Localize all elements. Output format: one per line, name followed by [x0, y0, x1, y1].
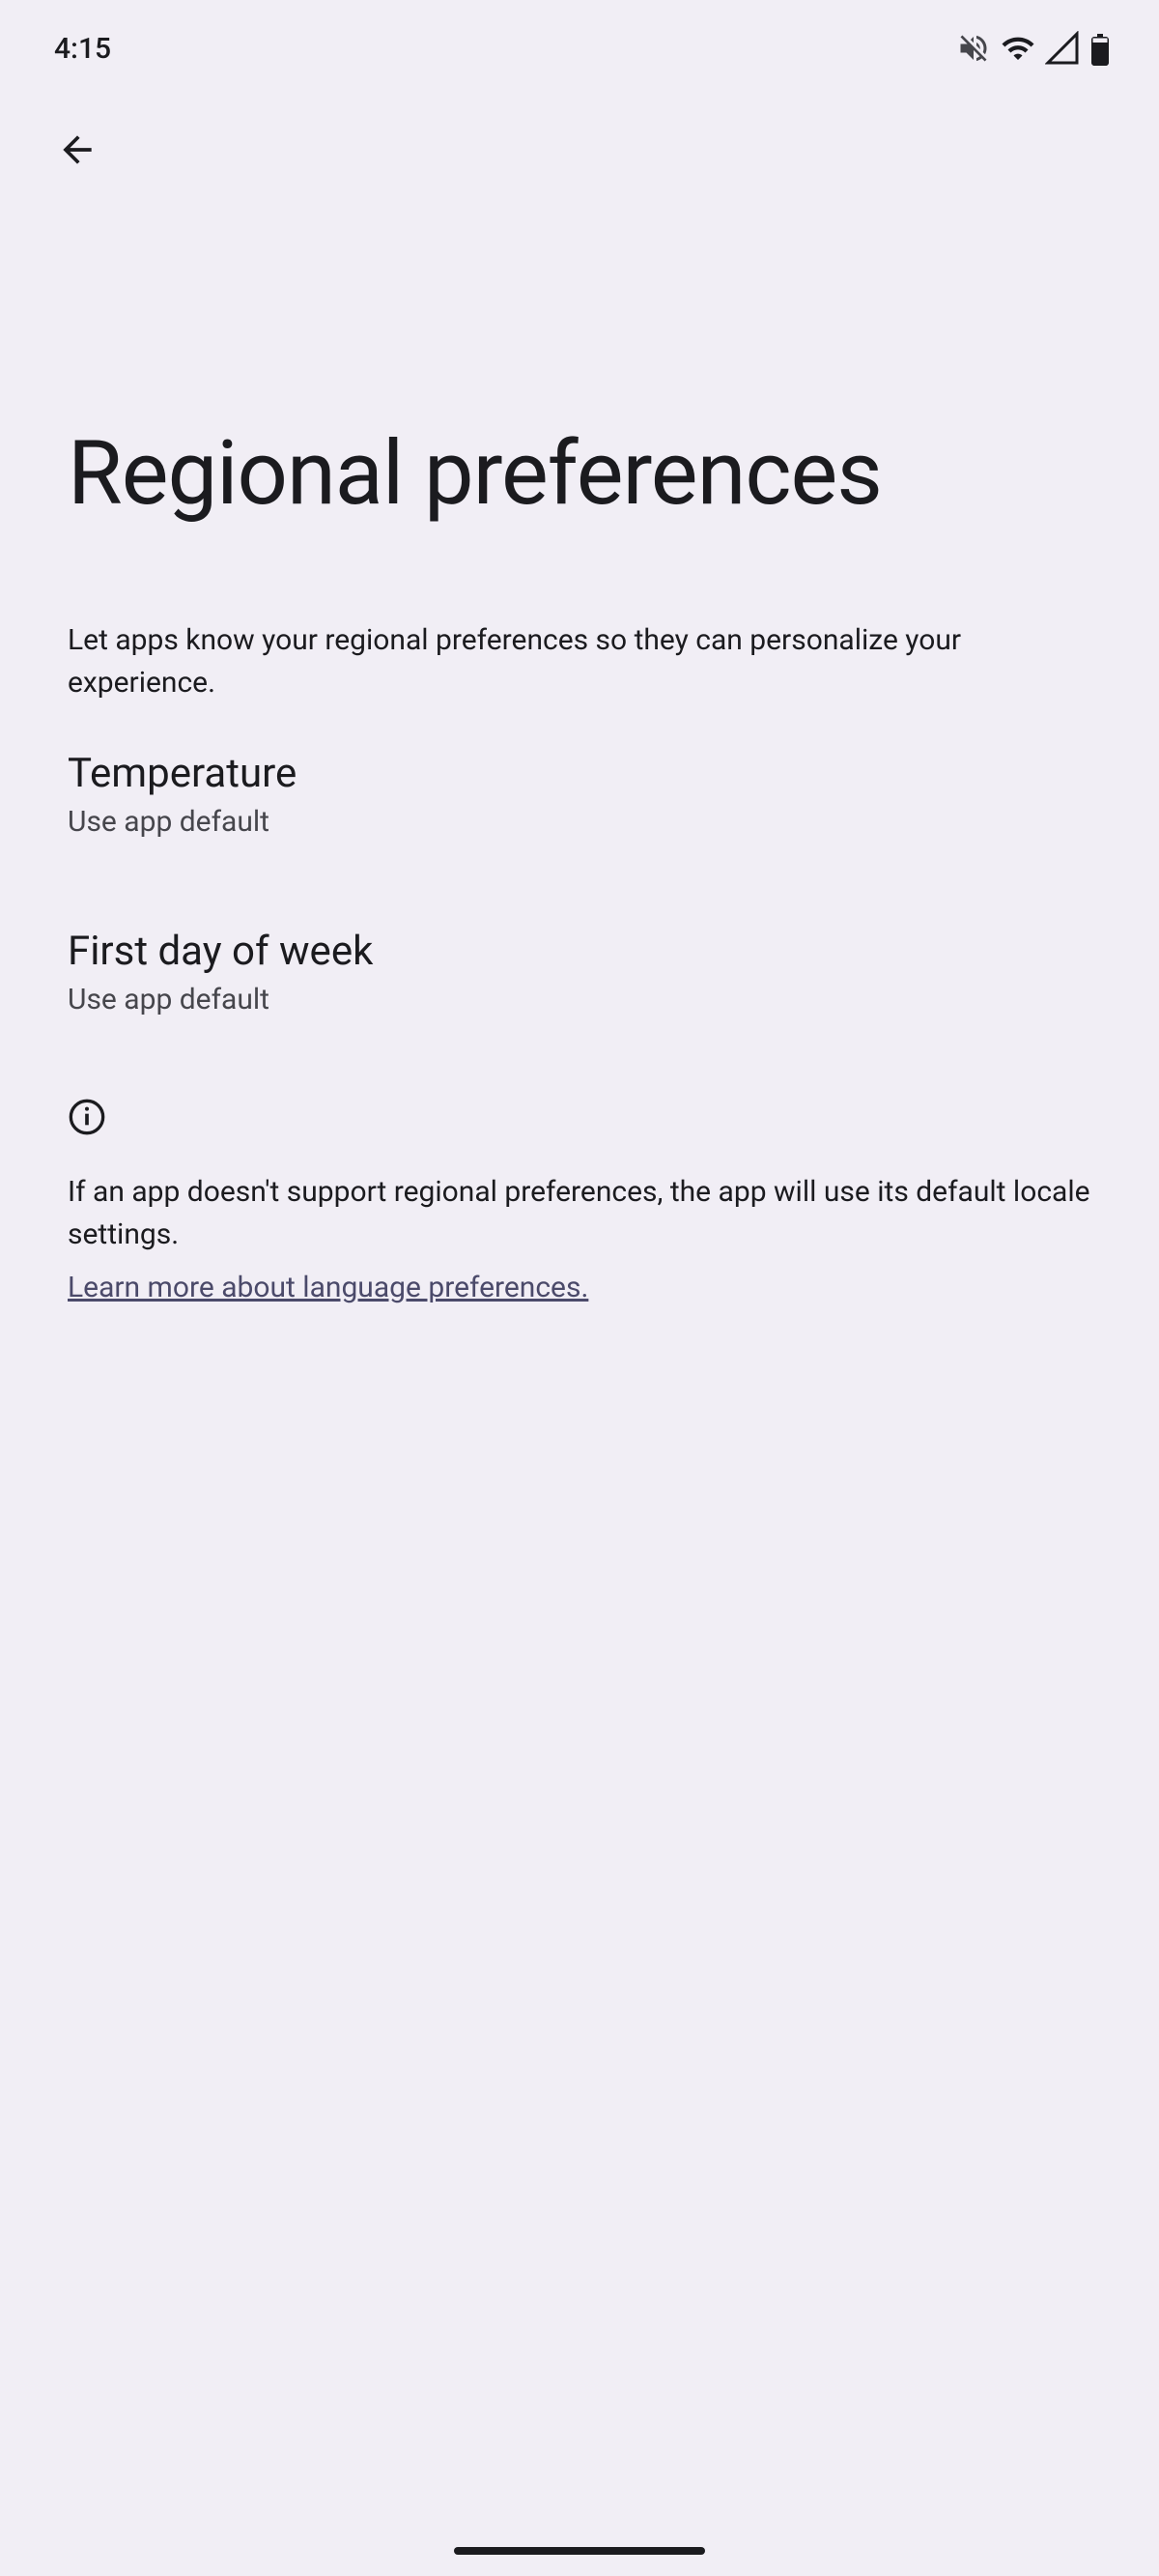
setting-first-day-value: Use app default: [68, 983, 1091, 1016]
mute-icon: [956, 31, 991, 66]
signal-icon: [1045, 31, 1080, 66]
setting-temperature-title: Temperature: [68, 750, 1091, 797]
arrow-back-icon: [56, 129, 99, 174]
toolbar: [0, 97, 1159, 174]
setting-first-day[interactable]: First day of week Use app default: [0, 881, 1159, 1059]
wifi-icon: [1001, 31, 1035, 66]
back-button[interactable]: [54, 128, 100, 174]
info-block: If an app doesn't support regional prefe…: [0, 1059, 1159, 1304]
setting-temperature-value: Use app default: [68, 805, 1091, 839]
setting-temperature[interactable]: Temperature Use app default: [0, 703, 1159, 881]
status-time: 4:15: [54, 32, 111, 66]
navigation-handle[interactable]: [454, 2547, 705, 2555]
battery-icon: [1089, 31, 1111, 66]
status-bar: 4:15: [0, 0, 1159, 97]
info-text: If an app doesn't support regional prefe…: [68, 1171, 1091, 1255]
status-icons: [956, 31, 1111, 66]
info-icon: [68, 1098, 1091, 1140]
learn-more-link[interactable]: Learn more about language preferences.: [68, 1271, 588, 1304]
page-subtitle: Let apps know your regional preferences …: [0, 523, 1159, 703]
page-title: Regional preferences: [0, 174, 1159, 523]
setting-first-day-title: First day of week: [68, 928, 1091, 975]
